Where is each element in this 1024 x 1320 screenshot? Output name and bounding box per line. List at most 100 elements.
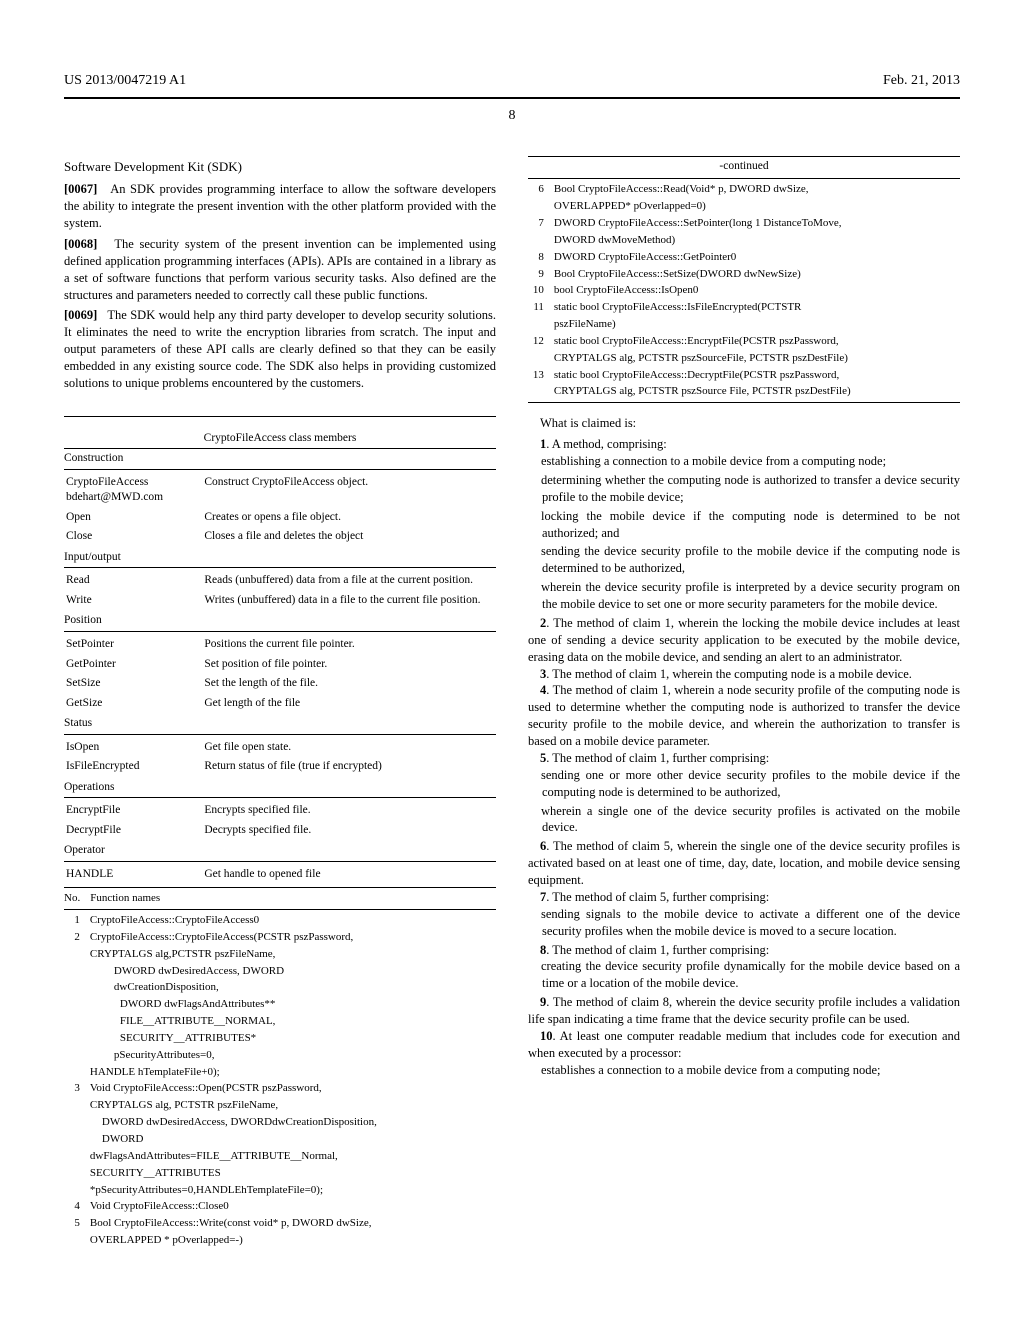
table-row: 5Bool CryptoFileAccess::Write(const void… (64, 1215, 496, 1232)
continued-label: -continued (528, 159, 960, 175)
claim-step: wherein the device security profile is i… (528, 579, 960, 613)
para-tag: [0068] (64, 237, 97, 251)
table-row: SetSizeSet the length of the file. (66, 675, 494, 693)
table-row: DWORD dwMoveMethod) (528, 232, 960, 249)
claim: 7. The method of claim 5, further compri… (528, 889, 960, 906)
claims-intro: What is claimed is: (528, 415, 960, 432)
para-67: [0067] An SDK provides programming inter… (64, 181, 496, 232)
table-row: SECURITY__ATTRIBUTES* (64, 1030, 496, 1047)
table-row: IsFileEncryptedReturn status of file (tr… (66, 758, 494, 776)
table-row: WriteWrites (unbuffered) data in a file … (66, 592, 494, 610)
table-row: DWORD dwFlagsAndAttributes** (64, 996, 496, 1013)
operator-subhead: Operator (64, 843, 496, 859)
members-operations: EncryptFileEncrypts specified file. Decry… (64, 800, 496, 841)
table-row: EncryptFileEncrypts specified file. (66, 802, 494, 820)
claim: 9. The method of claim 8, wherein the de… (528, 994, 960, 1028)
claim-step: sending the device security profile to t… (528, 543, 960, 577)
table-row: DecryptFileDecrypts specified file. (66, 822, 494, 840)
table-row: 6Bool CryptoFileAccess::Read(Void* p, DW… (528, 181, 960, 198)
para-68: [0068] The security system of the presen… (64, 236, 496, 304)
claim: 10. At least one computer readable mediu… (528, 1028, 960, 1062)
table-row: HANDLE hTemplateFile+0); (64, 1064, 496, 1081)
table-row: CRYPTALGS alg,PCTSTR pszFileName, (64, 946, 496, 963)
table-row: pszFileName) (528, 316, 960, 333)
fn-list-left: 1CryptoFileAccess::CryptoFileAccess02Cry… (64, 912, 496, 1249)
claim-step: sending one or more other device securit… (528, 767, 960, 801)
table-row: GetPointerSet position of file pointer. (66, 656, 494, 674)
members-status: IsOpenGet file open state.IsFileEncrypte… (64, 737, 496, 778)
table-row: DWORD dwDesiredAccess, DWORD (64, 963, 496, 980)
table-row: 8DWORD CryptoFileAccess::GetPointer0 (528, 249, 960, 266)
claim: 3. The method of claim 1, wherein the co… (528, 666, 960, 683)
right-column: -continued 6Bool CryptoFileAccess::Read(… (528, 154, 960, 1249)
table-row: DWORD (64, 1131, 496, 1148)
position-subhead: Position (64, 613, 496, 629)
members-construction: CryptoFileAccess bdehart@MWD.comConstruc… (64, 472, 496, 548)
fn-header: No. Function names (64, 890, 496, 907)
claim: 4. The method of claim 1, wherein a node… (528, 682, 960, 750)
members-position: SetPointerPositions the current file poi… (64, 634, 496, 714)
claim-step: wherein a single one of the device secur… (528, 803, 960, 837)
table-row: FILE__ATTRIBUTE__NORMAL, (64, 1013, 496, 1030)
claim: 6. The method of claim 5, wherein the si… (528, 838, 960, 889)
table-row: 12static bool CryptoFileAccess::EncryptF… (528, 333, 960, 350)
patent-page: US 2013/0047219 A1 Feb. 21, 2013 8 Softw… (0, 0, 1024, 1320)
table-row: dwCreationDisposition, (64, 979, 496, 996)
claim-step: locking the mobile device if the computi… (528, 508, 960, 542)
construction-subhead: Construction (64, 451, 496, 467)
table-row: GetSizeGet length of the file (66, 695, 494, 713)
claim: 8. The method of claim 1, further compri… (528, 942, 960, 959)
publication-date: Feb. 21, 2013 (883, 72, 960, 91)
members-operator: HANDLEGet handle to opened file (64, 864, 496, 886)
members-title: CryptoFileAccess class members (64, 431, 496, 447)
para-tag: [0067] (64, 182, 97, 196)
table-row: SECURITY__ATTRIBUTES (64, 1165, 496, 1182)
publication-number: US 2013/0047219 A1 (64, 72, 186, 91)
table-row: dwFlagsAndAttributes=FILE__ATTRIBUTE__No… (64, 1148, 496, 1165)
page-header: US 2013/0047219 A1 Feb. 21, 2013 (64, 72, 960, 91)
table-row: OVERLAPPED* pOverlapped=0) (528, 198, 960, 215)
table-row: OVERLAPPED * pOverlapped=-) (64, 1232, 496, 1249)
io-subhead: Input/output (64, 550, 496, 566)
para-tag: [0069] (64, 308, 97, 322)
claim-step: determining whether the computing node i… (528, 472, 960, 506)
table-row: HANDLEGet handle to opened file (66, 866, 494, 884)
table-row: DWORD dwDesiredAccess, DWORDdwCreationDi… (64, 1114, 496, 1131)
table-row: 10bool CryptoFileAccess::IsOpen0 (528, 282, 960, 299)
members-io: ReadReads (unbuffered) data from a file … (64, 570, 496, 611)
page-number: 8 (64, 107, 960, 126)
claim: 2. The method of claim 1, wherein the lo… (528, 615, 960, 666)
left-column: Software Development Kit (SDK) [0067] An… (64, 154, 496, 1249)
table-row: 7DWORD CryptoFileAccess::SetPointer(long… (528, 215, 960, 232)
fn-list-right: 6Bool CryptoFileAccess::Read(Void* p, DW… (528, 181, 960, 400)
table-row: CRYPTALGS alg, PCTSTR pszFileName, (64, 1097, 496, 1114)
para-69: [0069] The SDK would help any third part… (64, 307, 496, 391)
table-row: CRYPTALGS alg, PCTSTR pszSourceFile, PCT… (528, 350, 960, 367)
table-row: SetPointerPositions the current file poi… (66, 636, 494, 654)
claim-step: establishing a connection to a mobile de… (528, 453, 960, 470)
claim: 5. The method of claim 1, further compri… (528, 750, 960, 767)
table-row: CloseCloses a file and deletes the objec… (66, 528, 494, 546)
claims-block: 1. A method, comprising:establishing a c… (528, 436, 960, 1078)
table-row: CRYPTALGS alg, PCTSTR pszSource File, PC… (528, 383, 960, 400)
table-row: 11static bool CryptoFileAccess::IsFileEn… (528, 299, 960, 316)
two-column-layout: Software Development Kit (SDK) [0067] An… (64, 154, 960, 1249)
claim-step: sending signals to the mobile device to … (528, 906, 960, 940)
table-row: 3Void CryptoFileAccess::Open(PCSTR pszPa… (64, 1080, 496, 1097)
header-rule (64, 97, 960, 99)
claim-step: creating the device security profile dyn… (528, 958, 960, 992)
table-row: ReadReads (unbuffered) data from a file … (66, 572, 494, 590)
table-row: 4Void CryptoFileAccess::Close0 (64, 1198, 496, 1215)
table-row: *pSecurityAttributes=0,HANDLEhTemplateFi… (64, 1182, 496, 1199)
table-row: 2CryptoFileAccess::CryptoFileAccess(PCST… (64, 929, 496, 946)
table-row: IsOpenGet file open state. (66, 739, 494, 757)
table-row: CryptoFileAccess bdehart@MWD.comConstruc… (66, 474, 494, 507)
claim: 1. A method, comprising: (528, 436, 960, 453)
table-row: 9Bool CryptoFileAccess::SetSize(DWORD dw… (528, 266, 960, 283)
table-row: pSecurityAttributes=0, (64, 1047, 496, 1064)
status-subhead: Status (64, 716, 496, 732)
table-row: OpenCreates or opens a file object. (66, 509, 494, 527)
sdk-heading: Software Development Kit (SDK) (64, 158, 496, 176)
operations-subhead: Operations (64, 780, 496, 796)
claim-step: establishes a connection to a mobile dev… (528, 1062, 960, 1079)
